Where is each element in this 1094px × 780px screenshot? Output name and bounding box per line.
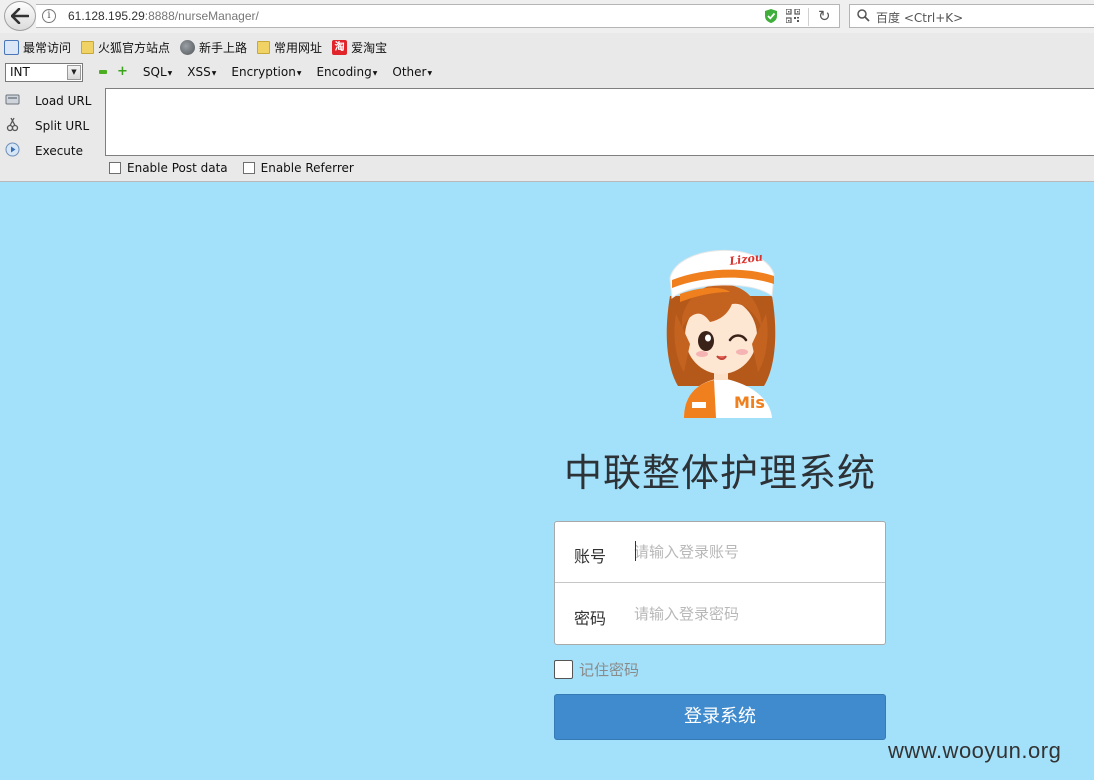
split-url-button[interactable]: Split URL bbox=[0, 113, 104, 138]
type-select-value: INT bbox=[10, 64, 30, 79]
login-form: 账号 密码 bbox=[554, 521, 886, 645]
bookmark-most-visited[interactable]: 最常访问 bbox=[4, 37, 71, 57]
hackbar-options: Enable Post data Enable Referrer bbox=[109, 161, 369, 175]
password-field[interactable]: 密码 bbox=[555, 584, 885, 645]
execute-button[interactable]: Execute bbox=[0, 138, 104, 163]
menu-other[interactable]: Other ▼ bbox=[392, 65, 432, 79]
menu-caret-icon: ▼ bbox=[372, 69, 378, 77]
watermark: www.wooyun.org bbox=[888, 738, 1062, 763]
globe-icon bbox=[180, 39, 196, 55]
search-placeholder: 百度 <Ctrl+K> bbox=[876, 11, 964, 25]
address-bar[interactable]: i 61.128.195.29:8888/nurseManager/ ↻ bbox=[36, 4, 840, 28]
action-label: Split URL bbox=[35, 118, 90, 133]
password-label: 密码 bbox=[574, 609, 607, 628]
play-icon bbox=[5, 142, 20, 157]
account-label: 账号 bbox=[574, 547, 607, 566]
nurse-mascot-logo: Mis Lizou bbox=[666, 249, 776, 418]
load-url-button[interactable]: Load URL bbox=[0, 88, 104, 113]
bookmark-firefox-site[interactable]: 火狐官方站点 bbox=[81, 37, 170, 57]
taobao-icon: 淘 bbox=[332, 39, 348, 55]
decrease-icon[interactable] bbox=[99, 70, 107, 74]
bookmark-ai-taobao[interactable]: 淘 爱淘宝 bbox=[332, 37, 387, 57]
checkbox-label: Enable Post data bbox=[127, 161, 228, 175]
menu-caret-icon: ▼ bbox=[211, 69, 217, 77]
menu-caret-icon: ▼ bbox=[167, 69, 173, 77]
search-icon bbox=[857, 9, 870, 22]
enable-referrer-checkbox[interactable]: Enable Referrer bbox=[242, 161, 354, 175]
search-bar[interactable]: 百度 <Ctrl+K> bbox=[849, 4, 1094, 28]
menu-caret-icon: ▼ bbox=[296, 69, 302, 77]
bookmark-label: 新手上路 bbox=[199, 40, 248, 55]
type-select[interactable]: INT ▼ bbox=[5, 62, 83, 82]
remember-password-checkbox[interactable]: 记住密码 bbox=[554, 659, 639, 680]
menu-label: SQL bbox=[142, 65, 167, 79]
menu-label: Other bbox=[392, 65, 427, 79]
url-text[interactable]: 61.128.195.29:8888/nurseManager/ bbox=[68, 9, 259, 23]
most-visited-icon bbox=[4, 39, 19, 55]
enable-post-data-checkbox[interactable]: Enable Post data bbox=[109, 161, 228, 175]
folder-icon bbox=[81, 40, 95, 54]
page-title: 中联整体护理系统 bbox=[563, 451, 876, 495]
menu-label: Encryption bbox=[231, 65, 296, 79]
reload-icon[interactable]: ↻ bbox=[818, 7, 831, 25]
back-button[interactable] bbox=[4, 1, 36, 31]
menu-label: Encoding bbox=[316, 65, 372, 79]
bookmark-label: 爱淘宝 bbox=[351, 40, 388, 55]
checkbox-box[interactable] bbox=[109, 162, 121, 174]
login-button[interactable]: 登录系统 bbox=[554, 694, 886, 740]
menu-sql[interactable]: SQL ▼ bbox=[143, 65, 172, 79]
remember-checkbox-box[interactable] bbox=[554, 660, 573, 679]
text-cursor bbox=[635, 541, 636, 561]
menu-encryption[interactable]: Encryption ▼ bbox=[231, 65, 301, 79]
hackbar-toolbar: INT ▼ + SQL ▼ XSS ▼ Encryption ▼ Encoding ▼ … bbox=[0, 61, 432, 83]
dropdown-arrow-icon[interactable]: ▼ bbox=[67, 64, 81, 80]
url-path: :8888/nurseManager/ bbox=[144, 9, 259, 23]
menu-label: XSS bbox=[187, 65, 211, 79]
hackbar-actions: Load URL Split URL Execute bbox=[0, 88, 104, 163]
menu-caret-icon: ▼ bbox=[427, 69, 433, 77]
folder-icon bbox=[257, 40, 271, 54]
url-host: 61.128.195.29 bbox=[68, 9, 145, 23]
account-input[interactable] bbox=[634, 537, 874, 567]
load-url-icon bbox=[5, 94, 20, 105]
qr-code-icon[interactable] bbox=[786, 9, 800, 23]
account-field[interactable]: 账号 bbox=[555, 522, 885, 583]
menu-xss[interactable]: XSS ▼ bbox=[187, 65, 216, 79]
checkbox-label: Enable Referrer bbox=[260, 161, 354, 175]
bookmark-label: 火狐官方站点 bbox=[98, 40, 171, 55]
hackbar-url-textarea[interactable] bbox=[105, 88, 1094, 156]
mascot-shirt-text: Mis bbox=[734, 393, 765, 412]
bookmark-getting-started[interactable]: 新手上路 bbox=[180, 37, 247, 57]
back-arrow-icon bbox=[11, 8, 29, 24]
action-label: Load URL bbox=[35, 93, 92, 108]
bookmark-common-sites[interactable]: 常用网址 bbox=[257, 37, 322, 57]
bookmark-label: 最常访问 bbox=[23, 40, 72, 55]
remember-password-label: 记住密码 bbox=[579, 661, 640, 679]
bookmarks-toolbar: 最常访问 火狐官方站点 新手上路 常用网址 淘 爱淘宝 bbox=[0, 36, 1094, 58]
checkbox-box[interactable] bbox=[242, 162, 255, 174]
shield-icon[interactable] bbox=[764, 8, 778, 24]
scissors-icon bbox=[6, 117, 19, 132]
menu-encoding[interactable]: Encoding ▼ bbox=[316, 65, 377, 79]
increase-icon[interactable]: + bbox=[117, 65, 128, 78]
site-info-icon[interactable]: i bbox=[42, 9, 56, 23]
password-input[interactable] bbox=[634, 599, 874, 629]
urlbar-separator bbox=[808, 8, 809, 26]
action-label: Execute bbox=[35, 143, 83, 158]
browser-chrome: i 61.128.195.29:8888/nurseManager/ ↻ 百度 … bbox=[0, 0, 1094, 182]
bookmark-label: 常用网址 bbox=[274, 40, 323, 55]
navigation-bar: i 61.128.195.29:8888/nurseManager/ ↻ 百度 … bbox=[0, 0, 1094, 33]
